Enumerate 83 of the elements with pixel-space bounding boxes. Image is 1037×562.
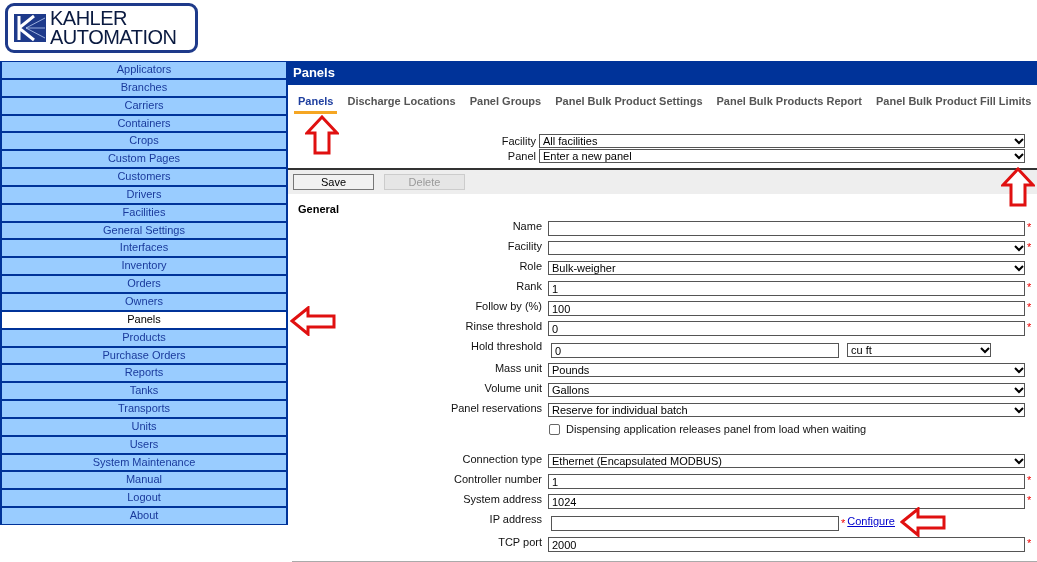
required-mark: * (1027, 321, 1032, 333)
sidebar-item[interactable]: Transports (0, 400, 288, 418)
logo-text: KAHLER (50, 9, 129, 28)
field-label: Rinse threshold (465, 319, 542, 333)
configure-link[interactable]: Configure (847, 515, 895, 527)
field-label: Follow by (%) (475, 299, 542, 313)
sidebar-item[interactable]: Applicators (0, 61, 288, 79)
chevron-down-icon (1014, 366, 1024, 374)
chevron-down-icon (1014, 406, 1024, 414)
tab[interactable]: Discharge Locations (343, 95, 460, 114)
logo-mark-icon (14, 14, 46, 42)
chevron-down-icon (1014, 457, 1024, 465)
select-field[interactable]: Reserve for individual batch (548, 403, 1025, 417)
sidebar-item[interactable]: About (0, 507, 288, 525)
filter-label: Facility (501, 135, 536, 147)
required-mark: * (1027, 241, 1032, 253)
field-label: TCP port (498, 535, 542, 549)
filter-select[interactable]: Enter a new panel (539, 149, 1025, 163)
sidebar-item[interactable]: Inventory (0, 257, 288, 276)
select-field[interactable]: Gallons (548, 383, 1025, 397)
field-label: IP address (489, 512, 542, 526)
sidebar-item[interactable]: Customers (0, 168, 288, 186)
sidebar-item[interactable]: Orders (0, 275, 288, 293)
page-title: Panels (288, 61, 1037, 85)
input-field[interactable]: 1 (548, 474, 1025, 489)
checkbox[interactable] (549, 423, 560, 435)
chevron-down-icon (1014, 386, 1024, 394)
filter-select[interactable]: All facilities (539, 134, 1025, 148)
tab[interactable]: Panel Bulk Products Report (712, 95, 866, 114)
select-field[interactable]: Ethernet (Encapsulated MODBUS) (548, 454, 1025, 468)
required-mark: * (1027, 474, 1032, 486)
save-button[interactable]: Save (293, 174, 374, 190)
field-label: Rank (516, 279, 542, 293)
tab[interactable]: Panel Bulk Product Fill Limits (872, 95, 1036, 114)
required-mark: * (1027, 494, 1032, 506)
input-field[interactable]: 0 (551, 343, 839, 358)
field-label: Name (512, 219, 542, 233)
sidebar-item[interactable]: Interfaces (0, 239, 288, 258)
sidebar-item[interactable]: Manual (0, 471, 288, 490)
arrow-icon (305, 115, 339, 155)
tab[interactable]: Panels (294, 95, 338, 114)
field-label: Facility (507, 239, 542, 253)
input-field[interactable]: 1024 (548, 494, 1025, 509)
input-field[interactable] (551, 516, 839, 531)
field-label: Role (519, 259, 542, 273)
checkbox-label: Dispensing application releases panel from load when waiting (566, 423, 867, 435)
input-field[interactable] (548, 221, 1025, 236)
input-field[interactable]: 0 (548, 321, 1025, 336)
required-mark: * (1027, 301, 1032, 313)
tab[interactable]: Panel Groups (465, 95, 546, 114)
required-mark: * (1027, 537, 1032, 549)
unit-select[interactable]: cu ft (847, 343, 991, 357)
section-title: General (297, 202, 340, 217)
select-field[interactable] (548, 241, 1025, 255)
arrow-icon (900, 507, 946, 537)
select-field[interactable]: Bulk-weigher (548, 261, 1025, 275)
chevron-down-icon (980, 346, 990, 354)
input-field[interactable]: 2000 (548, 537, 1025, 552)
required-mark: * (1027, 281, 1032, 293)
sidebar-item[interactable]: Tanks (0, 382, 288, 401)
field-label: Controller number (453, 472, 542, 486)
field-label: Mass unit (494, 361, 542, 375)
select-field[interactable]: Pounds (548, 363, 1025, 377)
chevron-down-icon (1014, 264, 1024, 272)
logo-text: AUTOMATION (50, 28, 177, 47)
tab[interactable]: Panel Bulk Product Settings (551, 95, 707, 114)
field-label: Connection type (462, 452, 542, 466)
field-label: Volume unit (484, 381, 542, 395)
sidebar-item[interactable]: Logout (0, 489, 288, 508)
required-mark: * (841, 517, 846, 529)
chevron-down-icon (1014, 244, 1024, 252)
input-field[interactable]: 1 (548, 281, 1025, 296)
field-label: Panel reservations (450, 401, 542, 415)
field-label: System address (463, 492, 542, 506)
required-mark: * (1027, 221, 1032, 233)
sidebar-item[interactable]: Crops (0, 132, 288, 151)
field-label: Hold threshold (471, 339, 542, 353)
arrow-icon (290, 306, 336, 336)
filter-label: Panel (507, 150, 536, 162)
sidebar-item[interactable]: Custom Pages (0, 150, 288, 169)
sidebar-item[interactable]: Reports (0, 364, 288, 383)
arrow-icon (1001, 167, 1035, 207)
input-field[interactable]: 100 (548, 301, 1025, 316)
